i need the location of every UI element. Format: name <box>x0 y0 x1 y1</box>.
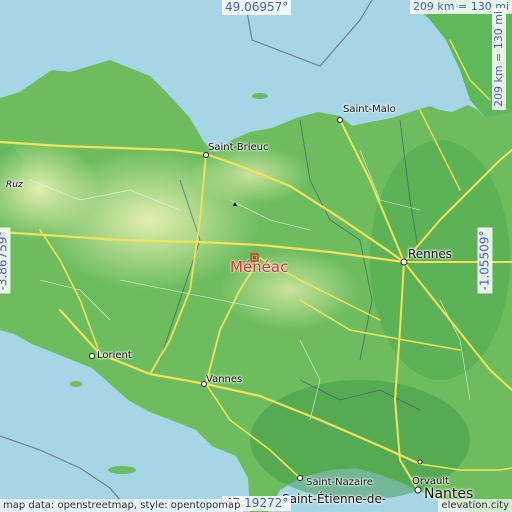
island <box>252 93 268 99</box>
west-longitude-label: -3.86759° <box>0 227 11 294</box>
place-label-ruz: Ruz <box>6 180 23 190</box>
east-longitude-label: -1.05509° <box>477 227 493 294</box>
island <box>108 466 136 474</box>
scale-label-right: 209 km = 130 mi <box>491 7 506 111</box>
city-label-rennes[interactable]: Rennes <box>408 247 452 261</box>
map-attribution: map data: openstreetmap, style: opentopo… <box>0 499 244 512</box>
target-label[interactable]: Ménéac <box>230 258 288 276</box>
city-label-saint-nazaire[interactable]: Saint-Nazaire <box>306 477 373 488</box>
city-label-vannes[interactable]: Vannes <box>206 374 242 385</box>
city-label-lorient[interactable]: Lorient <box>97 350 132 361</box>
north-latitude-label: 49.06957° <box>222 0 292 15</box>
site-attribution: elevation.city <box>438 499 512 512</box>
city-label-saint-brieuc[interactable]: Saint-Brieuc <box>208 142 269 153</box>
city-label-saint-malo[interactable]: Saint-Malo <box>343 104 396 115</box>
city-label-saint-etienne[interactable]: Saint-Étienne-de- <box>282 492 386 506</box>
island <box>70 381 82 387</box>
